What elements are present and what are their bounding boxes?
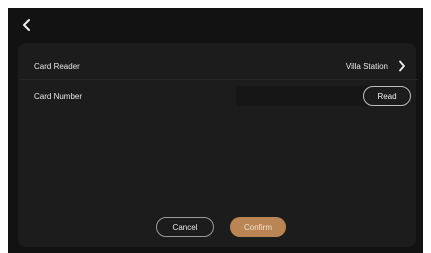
card-reader-row[interactable]: Card Reader Villa Station	[20, 53, 418, 80]
cancel-button[interactable]: Cancel	[156, 217, 214, 237]
back-button[interactable]	[20, 16, 34, 34]
card-reader-label: Card Reader	[34, 61, 80, 71]
read-button[interactable]: Read	[363, 86, 411, 106]
top-bar	[8, 8, 423, 42]
card-number-label: Card Number	[34, 91, 83, 101]
chevron-right-icon	[399, 60, 405, 72]
chevron-left-icon	[23, 19, 30, 31]
screen-frame: Card Reader Villa Station Card Number Re…	[8, 8, 423, 253]
confirm-button[interactable]: Confirm	[230, 217, 286, 237]
card-reader-value: Villa Station	[345, 61, 388, 71]
